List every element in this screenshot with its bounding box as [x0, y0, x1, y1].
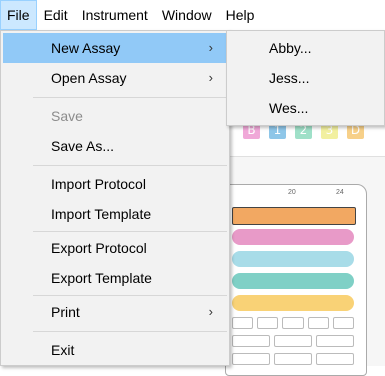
menu-separator	[33, 231, 227, 232]
menu-item-import-protocol[interactable]: Import Protocol	[3, 169, 227, 199]
menu-separator	[33, 97, 227, 98]
menu-item-export-protocol[interactable]: Export Protocol	[3, 233, 227, 263]
new-assay-submenu: Abby... Jess... Wes...	[226, 30, 385, 126]
plate-column-tick: 24	[336, 189, 344, 196]
menu-item-label: Open Assay	[51, 70, 127, 86]
menu-file[interactable]: File	[0, 0, 37, 30]
plate-row[interactable]	[232, 251, 354, 267]
menu-separator	[33, 295, 227, 296]
plate-diagram: 20 24	[225, 184, 367, 376]
menu-help[interactable]: Help	[219, 0, 262, 30]
menu-item-label: New Assay	[51, 40, 121, 56]
menu-item-save[interactable]: Save	[3, 101, 227, 131]
submenu-item-wes[interactable]: Wes...	[229, 93, 383, 123]
plate-row-empty[interactable]	[232, 317, 355, 329]
plate-row[interactable]	[232, 273, 354, 289]
assay-workspace: B 1 2 3 D 20 24	[206, 106, 385, 376]
plate-row-empty[interactable]	[232, 353, 354, 365]
menu-instrument[interactable]: Instrument	[75, 0, 155, 30]
menu-edit[interactable]: Edit	[37, 0, 75, 30]
plate-row[interactable]	[232, 207, 356, 225]
submenu-item-abby[interactable]: Abby...	[229, 33, 383, 63]
submenu-arrow-icon: ›	[208, 70, 213, 85]
menu-item-print[interactable]: Print ›	[3, 297, 227, 327]
plate-column-tick: 20	[288, 189, 296, 196]
file-menu-dropdown: New Assay › Open Assay › Save Save As...…	[0, 30, 230, 366]
submenu-arrow-icon: ›	[208, 40, 213, 55]
plate-row-empty[interactable]	[232, 335, 354, 347]
menu-item-export-template[interactable]: Export Template	[3, 263, 227, 293]
menu-item-exit[interactable]: Exit	[3, 335, 227, 365]
menu-separator	[33, 165, 227, 166]
menu-window[interactable]: Window	[155, 0, 219, 30]
menu-item-new-assay[interactable]: New Assay ›	[3, 33, 227, 63]
menu-separator	[33, 331, 227, 332]
submenu-item-jess[interactable]: Jess...	[229, 63, 383, 93]
menu-item-import-template[interactable]: Import Template	[3, 199, 227, 229]
menu-item-save-as[interactable]: Save As...	[3, 131, 227, 161]
submenu-arrow-icon: ›	[208, 304, 213, 319]
menu-item-open-assay[interactable]: Open Assay ›	[3, 63, 227, 93]
menu-bar: File Edit Instrument Window Help	[0, 0, 385, 30]
menu-item-label: Print	[51, 304, 80, 320]
plate-row[interactable]	[232, 295, 354, 311]
plate-row[interactable]	[232, 229, 354, 245]
